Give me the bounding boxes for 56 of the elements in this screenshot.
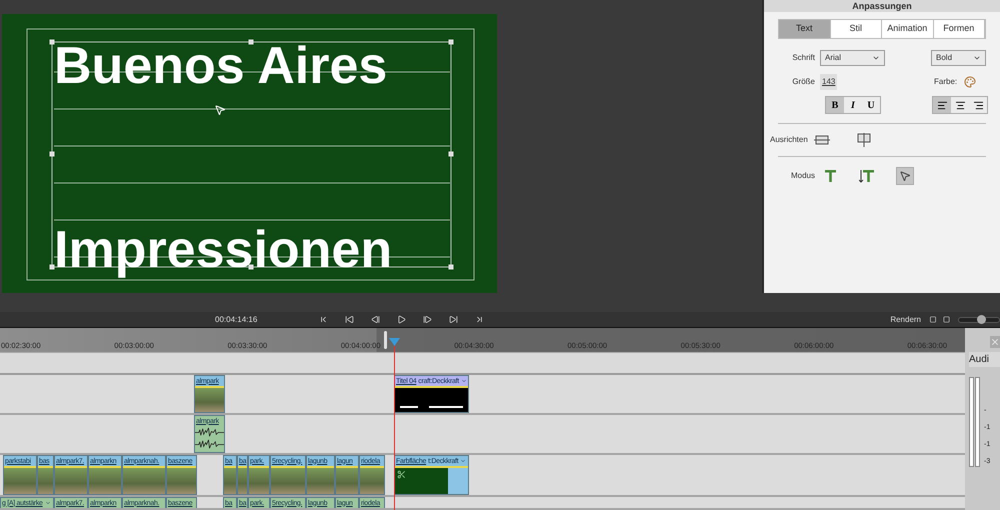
- vertical-center-icon[interactable]: [856, 133, 872, 147]
- format-button[interactable]: U: [862, 97, 880, 113]
- zoom-slider[interactable]: [958, 316, 1000, 322]
- size-field[interactable]: 143: [820, 74, 838, 90]
- palette-icon[interactable]: [964, 76, 976, 88]
- format-button[interactable]: I: [844, 97, 862, 113]
- photo-placeholder: [167, 466, 196, 494]
- horizontal-center-icon[interactable]: [814, 134, 830, 146]
- photo-placeholder: [238, 466, 247, 494]
- render-button[interactable]: Rendern: [890, 314, 921, 326]
- photo-placeholder: [360, 466, 384, 494]
- mode-label: Modus: [790, 170, 816, 182]
- align-button[interactable]: [933, 97, 951, 113]
- pointer-icon: [899, 170, 911, 182]
- photo-placeholder: [249, 466, 269, 494]
- zoom-thumb[interactable]: [977, 314, 986, 324]
- photo-placeholder: [123, 466, 165, 494]
- size-label: Größe: [791, 76, 816, 88]
- tab[interactable]: Stil: [830, 20, 882, 38]
- scissors-icon: [397, 470, 406, 479]
- photo-placeholder: [55, 466, 87, 494]
- tab[interactable]: Text: [779, 20, 830, 38]
- work-area-handle[interactable]: [383, 330, 388, 350]
- photo-placeholder: [224, 466, 236, 494]
- align-button[interactable]: [951, 97, 969, 113]
- photo-placeholder: [336, 466, 358, 494]
- font-label: Schrift: [791, 52, 816, 64]
- photo-placeholder: [4, 466, 36, 494]
- timecode: 00:04:14:16: [215, 314, 258, 326]
- vertical-text-tool-button[interactable]: [858, 167, 876, 185]
- waveform-icon: [195, 426, 224, 452]
- photo-placeholder: [89, 466, 121, 494]
- align-button[interactable]: [969, 97, 987, 113]
- cursor-icon: [214, 104, 226, 116]
- select-tool-button[interactable]: [896, 167, 914, 185]
- mixer-title: Audi: [969, 352, 1000, 367]
- format-button[interactable]: B: [826, 97, 844, 113]
- align-center-icon: [954, 100, 966, 110]
- align-label: Ausrichten: [770, 134, 808, 146]
- photo-placeholder: [38, 466, 53, 494]
- caret-icon: [872, 54, 880, 62]
- caret-icon[interactable]: [44, 500, 51, 506]
- photo-placeholder: [195, 386, 224, 412]
- caret-icon: [973, 54, 981, 62]
- tab[interactable]: Formen: [934, 20, 985, 38]
- align-left-icon: [936, 100, 948, 110]
- fit-icon[interactable]: [929, 316, 937, 323]
- color-label: Farbe:: [934, 76, 958, 88]
- photo-placeholder: [271, 466, 305, 494]
- align-right-icon: [972, 100, 984, 110]
- photo-placeholder: [307, 466, 334, 494]
- panel-title: Anpassungen: [764, 0, 1000, 12]
- frame-icon[interactable]: [943, 316, 950, 323]
- weight-dropdown[interactable]: Bold: [931, 50, 986, 66]
- tab[interactable]: Animation: [882, 20, 934, 38]
- font-dropdown[interactable]: Arial: [820, 50, 885, 66]
